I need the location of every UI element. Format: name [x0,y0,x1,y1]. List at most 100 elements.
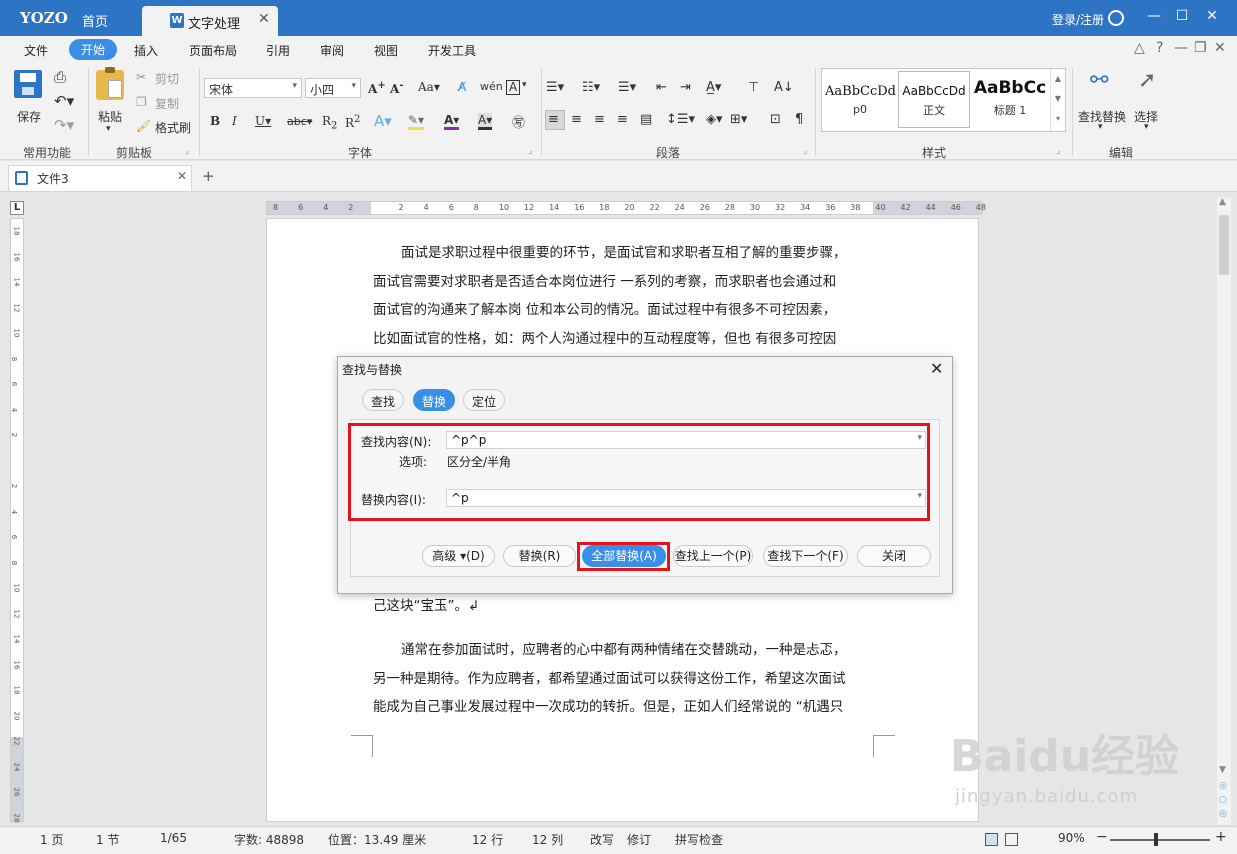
paste-dropdown-icon[interactable]: ▾ [106,124,111,134]
vertical-scrollbar[interactable]: ▲ ▼ ◎ ○ ◎ [1217,197,1231,825]
undo-icon[interactable]: ↶▾ [54,92,74,110]
menu-file[interactable]: 文件 [24,42,48,59]
styles-launcher-icon[interactable]: ⌟ [1056,146,1060,156]
close-document-icon[interactable]: ✕ [177,169,187,183]
tab-goto[interactable]: 定位 [463,389,506,411]
close-tab-icon[interactable]: ✕ [258,11,270,27]
numbering-icon[interactable]: ☷▾ [582,80,600,95]
char-border-icon[interactable]: A [506,80,521,95]
text-effect-icon[interactable]: A▾ [374,112,392,130]
status-revise[interactable]: 修订 [627,831,651,848]
menu-page-layout[interactable]: 页面布局 [189,42,237,59]
save-button[interactable]: 保存 [17,108,41,125]
scroll-down-icon[interactable]: ▼ [1219,765,1226,775]
styles-scroll[interactable]: ▲ ▼ ▾ [1050,69,1065,131]
format-painter-button[interactable]: 格式刷 [155,119,191,136]
menu-home[interactable]: 开始 [69,39,118,60]
zoom-in-icon[interactable]: + [1215,829,1227,845]
menu-references[interactable]: 引用 [266,42,290,59]
menu-developer[interactable]: 开发工具 [428,42,476,59]
prev-page-icon[interactable]: ◎ [1219,781,1227,791]
status-overwrite[interactable]: 改写 [590,831,614,848]
status-word-count[interactable]: 字数: 48898 [234,831,304,848]
paste-icon[interactable] [96,67,124,100]
advanced-button[interactable]: 高级 ▾(D) [422,545,495,567]
maximize-icon[interactable]: ☐ [1172,8,1192,24]
find-replace-dropdown-icon[interactable]: ▾ [1098,122,1103,132]
show-marks-icon[interactable]: ¶ [795,112,803,127]
table-icon[interactable]: ⊡ [770,112,781,127]
close-doc-icon[interactable]: ✕ [1214,40,1226,56]
increase-indent-icon[interactable]: ⇥ [680,80,691,95]
user-icon[interactable] [1108,10,1124,26]
align-center-icon[interactable]: ≡ [571,112,582,127]
select-browse-icon[interactable]: ○ [1219,795,1227,805]
doc-app-tab[interactable]: W 文字处理 ✕ [142,6,278,36]
font-launcher-icon[interactable]: ⌟ [528,146,532,156]
distribute-icon[interactable]: ⊤ [748,80,759,95]
zoom-slider-thumb[interactable] [1154,833,1158,846]
help-icon[interactable]: ? [1156,40,1163,56]
binoculars-icon[interactable]: ⚯ [1090,68,1108,93]
align-right-icon[interactable]: ≡ [594,112,605,127]
select-dropdown-icon[interactable]: ▾ [1144,122,1149,132]
save-icon[interactable] [14,70,42,98]
cut-button[interactable]: 剪切 [155,70,179,87]
menu-view[interactable]: 视图 [374,42,398,59]
zoom-slider[interactable] [1110,839,1210,841]
decrease-indent-icon[interactable]: ⇤ [656,80,667,95]
justify-icon[interactable]: ≡ [617,112,628,127]
shrink-font-icon[interactable]: A- [390,80,403,96]
paragraph-launcher-icon[interactable]: ⌟ [803,146,807,156]
underline-icon[interactable]: U▾ [255,114,271,128]
tab-find[interactable]: 查找 [362,389,405,411]
zoom-level[interactable]: 90% [1058,831,1085,845]
menu-insert[interactable]: 插入 [134,42,158,59]
print-icon[interactable]: ⎙ [54,68,66,86]
minimize-doc-icon[interactable]: — [1174,40,1188,56]
redo-icon[interactable]: ↷▾ [54,116,74,134]
vertical-ruler[interactable]: 18 16 14 12 10 8 6 4 2 2 4 6 8 10 12 14 16 18 20 22 24 26 28 [10,218,24,823]
dialog-close-icon[interactable]: ✕ [930,359,943,378]
copy-button[interactable]: 复制 [155,95,179,112]
clear-format-icon[interactable]: A̸ [458,80,466,94]
superscript-icon[interactable]: R2 [345,114,360,130]
font-name-select[interactable]: 宋体 [204,78,302,98]
scroll-thumb[interactable] [1219,215,1229,275]
font-color-icon[interactable]: A▾ [444,113,460,130]
menu-review[interactable]: 审阅 [320,42,344,59]
char-shading-icon[interactable]: A▾ [478,113,493,130]
tab-stop-selector[interactable]: L [10,201,24,215]
scroll-up-icon[interactable]: ▲ [1219,197,1226,207]
change-case-icon[interactable]: Aa▾ [418,80,440,94]
zoom-out-icon[interactable]: − [1096,829,1108,845]
style-normal[interactable]: AaBbCcDd 正文 [898,71,970,128]
strikethrough-icon[interactable]: abc▾ [287,115,312,128]
borders-icon[interactable]: ⊞▾ [730,112,747,127]
grow-font-icon[interactable]: A+ [368,80,386,96]
page-view-icon[interactable] [985,833,998,846]
horizontal-ruler[interactable]: 8 6 4 2 2 4 6 8 10 12 14 16 18 20 22 24 26 28 30 32 34 36 38 40… [266,201,986,215]
paste-button[interactable]: 粘贴 [98,108,122,125]
subscript-icon[interactable]: R2 [322,114,337,131]
close-button[interactable]: 关闭 [857,545,931,567]
distributed-align-icon[interactable]: ▤ [640,112,652,127]
collapse-ribbon-icon[interactable]: △ [1134,40,1145,56]
minimize-icon[interactable]: — [1144,8,1164,24]
clipboard-launcher-icon[interactable]: ⌟ [185,146,189,156]
shading-icon[interactable]: ◈▾ [706,112,723,127]
bold-icon[interactable]: B [210,114,220,128]
new-tab-button[interactable]: + [202,167,215,185]
style-heading1[interactable]: AaBbCc 标题 1 [972,71,1048,128]
replace-button[interactable]: 替换(R) [503,545,576,567]
sort-icon[interactable]: A↓ [774,80,794,95]
cursor-icon[interactable]: ➚ [1138,68,1156,93]
find-next-button[interactable]: 查找下一个(F) [763,545,848,567]
tab-replace[interactable]: 替换 [413,389,456,411]
font-size-select[interactable]: 小四 [305,78,361,98]
next-page-icon[interactable]: ◎ [1219,809,1227,819]
home-tab[interactable]: 首页 [82,11,108,30]
close-window-icon[interactable]: ✕ [1202,8,1222,24]
italic-icon[interactable]: I [232,114,237,128]
restore-doc-icon[interactable]: ❐ [1194,40,1207,56]
